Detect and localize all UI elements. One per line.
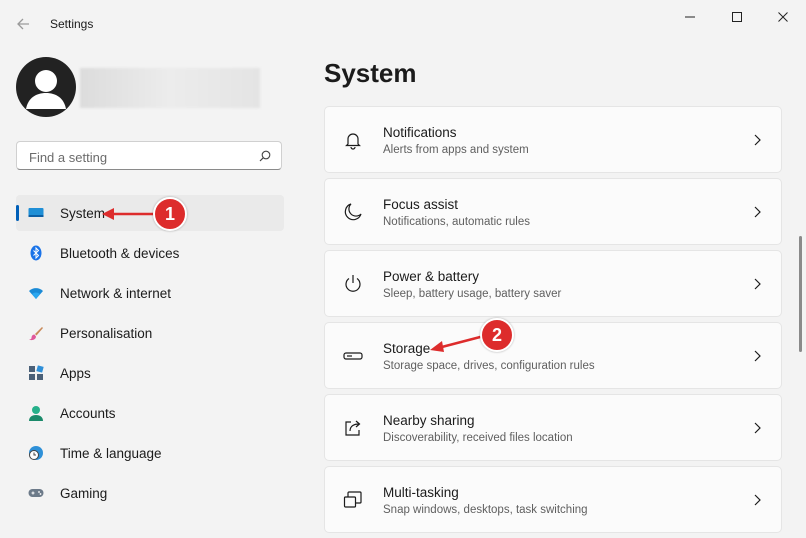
card-subtitle: Sleep, battery usage, battery saver xyxy=(383,288,562,300)
card-multitasking[interactable]: Multi-tasking Snap windows, desktops, ta… xyxy=(324,466,782,533)
gamepad-icon xyxy=(28,489,44,497)
power-icon xyxy=(345,275,361,292)
card-subtitle: Alerts from apps and system xyxy=(383,144,529,156)
scrollbar-thumb[interactable] xyxy=(799,236,802,352)
maximize-icon xyxy=(732,12,742,22)
globe-clock-icon xyxy=(29,446,43,460)
card-title: Notifications xyxy=(383,125,457,140)
multitask-icon xyxy=(343,491,362,508)
sidebar-item-label: Time & language xyxy=(60,446,162,461)
sidebar-item-label: Apps xyxy=(60,366,91,381)
card-subtitle: Snap windows, desktops, task switching xyxy=(383,504,588,516)
annotation-arrow-1 xyxy=(102,208,158,220)
apps-icon xyxy=(29,365,44,380)
minimize-button[interactable] xyxy=(667,6,713,28)
close-icon xyxy=(778,12,788,22)
chevron-right-icon xyxy=(754,206,761,218)
window-title: Settings xyxy=(50,17,94,31)
search-box[interactable] xyxy=(16,141,282,170)
sidebar-item-personalisation[interactable]: Personalisation xyxy=(16,315,284,351)
sidebar-item-label: System xyxy=(60,206,106,221)
maximize-button[interactable] xyxy=(714,6,760,28)
annotation-badge-1: 1 xyxy=(153,197,187,231)
sidebar-nav: System Bluetooth & devices Network & int… xyxy=(16,195,284,515)
bell-icon xyxy=(345,133,361,150)
sidebar-item-label: Gaming xyxy=(60,486,108,501)
moon-icon xyxy=(344,203,362,221)
card-title: Nearby sharing xyxy=(383,413,475,428)
avatar[interactable] xyxy=(16,57,76,117)
card-title: Power & battery xyxy=(383,269,480,284)
chevron-right-icon xyxy=(754,134,761,146)
person-icon xyxy=(29,406,43,421)
sidebar-item-gaming[interactable]: Gaming xyxy=(16,475,284,511)
sidebar-item-label: Bluetooth & devices xyxy=(60,246,180,261)
annotation-badge-2: 2 xyxy=(480,318,514,352)
card-title: Focus assist xyxy=(383,197,459,212)
sidebar-item-apps[interactable]: Apps xyxy=(16,355,284,391)
chevron-right-icon xyxy=(754,422,761,434)
title-bar: Settings xyxy=(0,0,806,48)
card-focus-assist[interactable]: Focus assist Notifications, automatic ru… xyxy=(324,178,782,245)
chevron-right-icon xyxy=(754,494,761,506)
monitor-icon xyxy=(28,208,44,217)
card-subtitle: Notifications, automatic rules xyxy=(383,216,531,228)
card-nearby-sharing[interactable]: Nearby sharing Discoverability, received… xyxy=(324,394,782,461)
page-title: System xyxy=(324,58,417,88)
back-button[interactable] xyxy=(13,14,35,34)
chevron-right-icon xyxy=(754,350,761,362)
chevron-right-icon xyxy=(754,278,761,290)
card-subtitle: Storage space, drives, configuration rul… xyxy=(383,360,595,372)
card-subtitle: Discoverability, received files location xyxy=(383,432,573,444)
card-storage[interactable]: Storage Storage space, drives, configura… xyxy=(324,322,782,389)
card-title: Storage xyxy=(383,341,431,356)
sidebar-item-label: Network & internet xyxy=(60,286,172,301)
brush-icon xyxy=(29,327,43,341)
search-input[interactable] xyxy=(27,147,251,167)
user-name-redacted xyxy=(80,68,260,108)
arrow-left-icon xyxy=(17,18,29,30)
sidebar-item-time-language[interactable]: Time & language xyxy=(16,435,284,471)
card-notifications[interactable]: Notifications Alerts from apps and syste… xyxy=(324,106,782,173)
sidebar-item-label: Personalisation xyxy=(60,326,153,341)
card-title: Multi-tasking xyxy=(383,485,459,500)
share-icon xyxy=(345,420,361,436)
sidebar-item-bluetooth[interactable]: Bluetooth & devices xyxy=(16,235,284,271)
storage-icon xyxy=(343,352,363,360)
settings-list: Notifications Alerts from apps and syste… xyxy=(324,106,782,538)
bluetooth-icon xyxy=(30,245,42,261)
minimize-icon xyxy=(685,16,695,18)
close-button[interactable] xyxy=(760,6,806,28)
sidebar-item-network[interactable]: Network & internet xyxy=(16,275,284,311)
user-icon xyxy=(26,70,66,109)
wifi-icon xyxy=(29,288,43,299)
card-power-battery[interactable]: Power & battery Sleep, battery usage, ba… xyxy=(324,250,782,317)
sidebar-item-label: Accounts xyxy=(60,406,116,421)
annotation-arrow-2 xyxy=(430,334,485,352)
selection-indicator xyxy=(16,205,19,221)
search-icon[interactable] xyxy=(259,150,271,162)
sidebar-item-accounts[interactable]: Accounts xyxy=(16,395,284,431)
